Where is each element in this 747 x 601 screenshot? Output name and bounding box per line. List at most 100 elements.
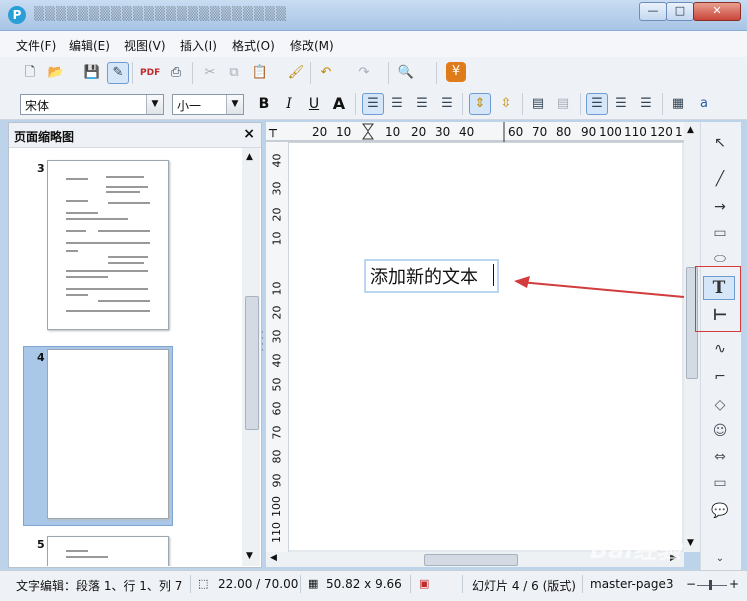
status-separator bbox=[410, 575, 411, 593]
slide-thumbnail-5[interactable] bbox=[47, 536, 169, 566]
font-name-select[interactable]: 宋体 ▼ bbox=[20, 94, 164, 115]
panel-scrollbar[interactable]: ▲ ▼ bbox=[242, 148, 260, 566]
justify-icon[interactable]: ☰ bbox=[437, 94, 457, 114]
formatting-toolbar: 宋体 ▼ 小一 ▼ B I U A ☰ ☰ ☰ ☰ ⇕ ⇳ ▤ ▤ ☰ ☰ ☰ … bbox=[0, 89, 747, 120]
font-size-select[interactable]: 小一 ▼ bbox=[172, 94, 244, 115]
menu-modify[interactable]: 修改(M) bbox=[290, 37, 334, 54]
text-box[interactable]: 添加新的文本 bbox=[364, 259, 499, 293]
slide-thumbnail-4[interactable] bbox=[47, 349, 169, 519]
tab-stop-icon[interactable]: ┬ bbox=[269, 123, 277, 138]
align-right-icon[interactable]: ☰ bbox=[412, 94, 432, 114]
open-folder-icon[interactable]: 📂 bbox=[46, 63, 66, 83]
chevron-down-icon[interactable]: ▼ bbox=[226, 95, 243, 114]
master-page-status: master-page3 bbox=[590, 577, 674, 591]
numbered-list-icon[interactable]: ▤ bbox=[553, 94, 573, 114]
new-document-icon[interactable]: 🗋 bbox=[20, 63, 40, 83]
menu-view[interactable]: 视图(V) bbox=[124, 37, 166, 54]
menu-file[interactable]: 文件(F) bbox=[16, 37, 56, 54]
scroll-up-arrow-icon[interactable]: ▲ bbox=[687, 125, 694, 135]
align-left-icon[interactable]: ☰ bbox=[362, 93, 384, 115]
slide-thumbnail-panel: 页面缩略图 × 3 4 5 ▲ ▼ bbox=[8, 122, 262, 568]
paragraph-style-2-icon[interactable]: ☰ bbox=[611, 94, 631, 114]
zoom-in-icon[interactable]: + bbox=[729, 577, 739, 591]
scroll-up-arrow-icon[interactable]: ▲ bbox=[246, 152, 253, 162]
arrow-line-tool-icon[interactable]: → bbox=[703, 196, 737, 218]
paragraph-style-3-icon[interactable]: ☰ bbox=[636, 94, 656, 114]
curve-tool-icon[interactable]: ∿ bbox=[703, 338, 737, 360]
panel-splitter-handle[interactable]: · · · · bbox=[261, 329, 265, 360]
paste-icon[interactable]: 📋 bbox=[250, 63, 270, 83]
ruler-label: 30 bbox=[270, 181, 284, 196]
text-box-content[interactable]: 添加新的文本 bbox=[370, 263, 478, 289]
vertical-ruler[interactable]: 40 30 20 10 10 20 30 40 50 60 70 80 90 1… bbox=[266, 142, 289, 552]
document-modified-icon[interactable]: ▣ bbox=[419, 577, 429, 590]
slide-number: 3 bbox=[37, 162, 45, 175]
maximize-button[interactable]: □ bbox=[666, 2, 694, 21]
font-name-value: 宋体 bbox=[25, 99, 50, 113]
save-icon[interactable]: 💾 bbox=[82, 63, 102, 83]
slide-thumbnail-3[interactable] bbox=[47, 160, 169, 330]
list-indent-icon[interactable]: ▦ bbox=[668, 94, 688, 114]
zoom-out-icon[interactable]: − bbox=[686, 577, 696, 591]
line-spacing-decrease-icon[interactable]: ⇳ bbox=[496, 94, 516, 114]
ruler-label: 90 bbox=[270, 473, 284, 488]
status-separator bbox=[582, 575, 583, 593]
ruler-label: 60 bbox=[508, 125, 524, 139]
flowchart-icon[interactable]: ▭ bbox=[703, 472, 737, 494]
scroll-left-arrow-icon[interactable]: ◀ bbox=[270, 553, 277, 563]
paragraph-style-1-icon[interactable]: ☰ bbox=[586, 93, 608, 115]
scrollbar-thumb[interactable] bbox=[424, 554, 518, 566]
ruler-label: 1 bbox=[675, 125, 683, 139]
close-button[interactable]: ✕ bbox=[693, 2, 741, 21]
scrollbar-thumb[interactable] bbox=[245, 296, 259, 430]
rectangle-tool-icon[interactable]: ▭ bbox=[703, 222, 737, 244]
ruler-label: 120 bbox=[650, 125, 673, 139]
annotation-arrow bbox=[514, 276, 696, 299]
slide-canvas[interactable] bbox=[289, 143, 682, 550]
money-icon[interactable]: ¥ bbox=[446, 62, 466, 82]
horizontal-ruler[interactable]: ┬ 20 10 10 20 30 40 60 70 80 90 100 110 … bbox=[266, 122, 684, 143]
minimize-button[interactable]: — bbox=[639, 2, 667, 21]
menu-bar: 文件(F) 编辑(E) 视图(V) 插入(I) 格式(O) 修改(M) bbox=[0, 31, 747, 57]
align-center-icon[interactable]: ☰ bbox=[387, 94, 407, 114]
zoom-icon[interactable]: 🔍 bbox=[396, 63, 416, 83]
line-spacing-increase-icon[interactable]: ⇕ bbox=[469, 93, 491, 115]
copy-icon[interactable]: ⧉ bbox=[224, 63, 244, 83]
export-pdf-icon[interactable]: PDF bbox=[140, 63, 160, 83]
undo-icon[interactable]: ↶ bbox=[316, 63, 336, 83]
scroll-down-arrow-icon[interactable]: ▼ bbox=[246, 551, 253, 561]
cut-icon[interactable]: ✂ bbox=[200, 63, 220, 83]
callouts-icon[interactable]: 💬 bbox=[703, 500, 737, 522]
toolbar-separator bbox=[132, 62, 133, 84]
select-pointer-icon[interactable]: ↖ bbox=[703, 132, 737, 154]
toolbar-separator bbox=[522, 93, 523, 115]
more-tools-chevron-icon[interactable]: ⌄ bbox=[703, 548, 737, 570]
line-tool-icon[interactable]: ╱ bbox=[703, 168, 737, 190]
character-format-icon[interactable]: a bbox=[694, 94, 714, 114]
vertical-scrollbar[interactable]: ▲ ▼ bbox=[684, 122, 700, 552]
zoom-slider-thumb[interactable] bbox=[709, 580, 712, 590]
thumbnail-list: 3 4 5 bbox=[9, 148, 241, 566]
symbol-shapes-icon[interactable]: ☺ bbox=[703, 420, 737, 442]
italic-button[interactable]: I bbox=[279, 94, 299, 114]
menu-edit[interactable]: 编辑(E) bbox=[69, 37, 110, 54]
shadow-button[interactable]: A bbox=[329, 94, 349, 114]
block-arrows-icon[interactable]: ⇔ bbox=[703, 446, 737, 468]
bullet-list-icon[interactable]: ▤ bbox=[528, 94, 548, 114]
scroll-down-arrow-icon[interactable]: ▼ bbox=[687, 538, 694, 548]
close-icon[interactable]: × bbox=[243, 126, 255, 142]
redo-icon[interactable]: ↷ bbox=[354, 63, 374, 83]
chevron-down-icon[interactable]: ▼ bbox=[146, 95, 163, 114]
ruler-label: 60 bbox=[270, 401, 284, 416]
underline-button[interactable]: U bbox=[304, 94, 324, 114]
connector-tool-icon[interactable]: ⌐ bbox=[703, 366, 737, 388]
format-paintbrush-icon[interactable]: 🖌 bbox=[286, 63, 306, 83]
menu-format[interactable]: 格式(O) bbox=[232, 37, 275, 54]
edit-file-icon[interactable]: ✎ bbox=[107, 62, 129, 84]
drawing-toolbar: ↖ ╱ → ▭ ⬭ T ⊢ ∿ ⌐ ◇ ☺ ⇔ ▭ 💬 ⌄ bbox=[700, 122, 741, 570]
menu-insert[interactable]: 插入(I) bbox=[180, 37, 217, 54]
print-icon[interactable]: ⎙ bbox=[166, 63, 186, 83]
zoom-slider[interactable] bbox=[697, 585, 727, 586]
basic-shapes-icon[interactable]: ◇ bbox=[703, 394, 737, 416]
bold-button[interactable]: B bbox=[254, 94, 274, 114]
